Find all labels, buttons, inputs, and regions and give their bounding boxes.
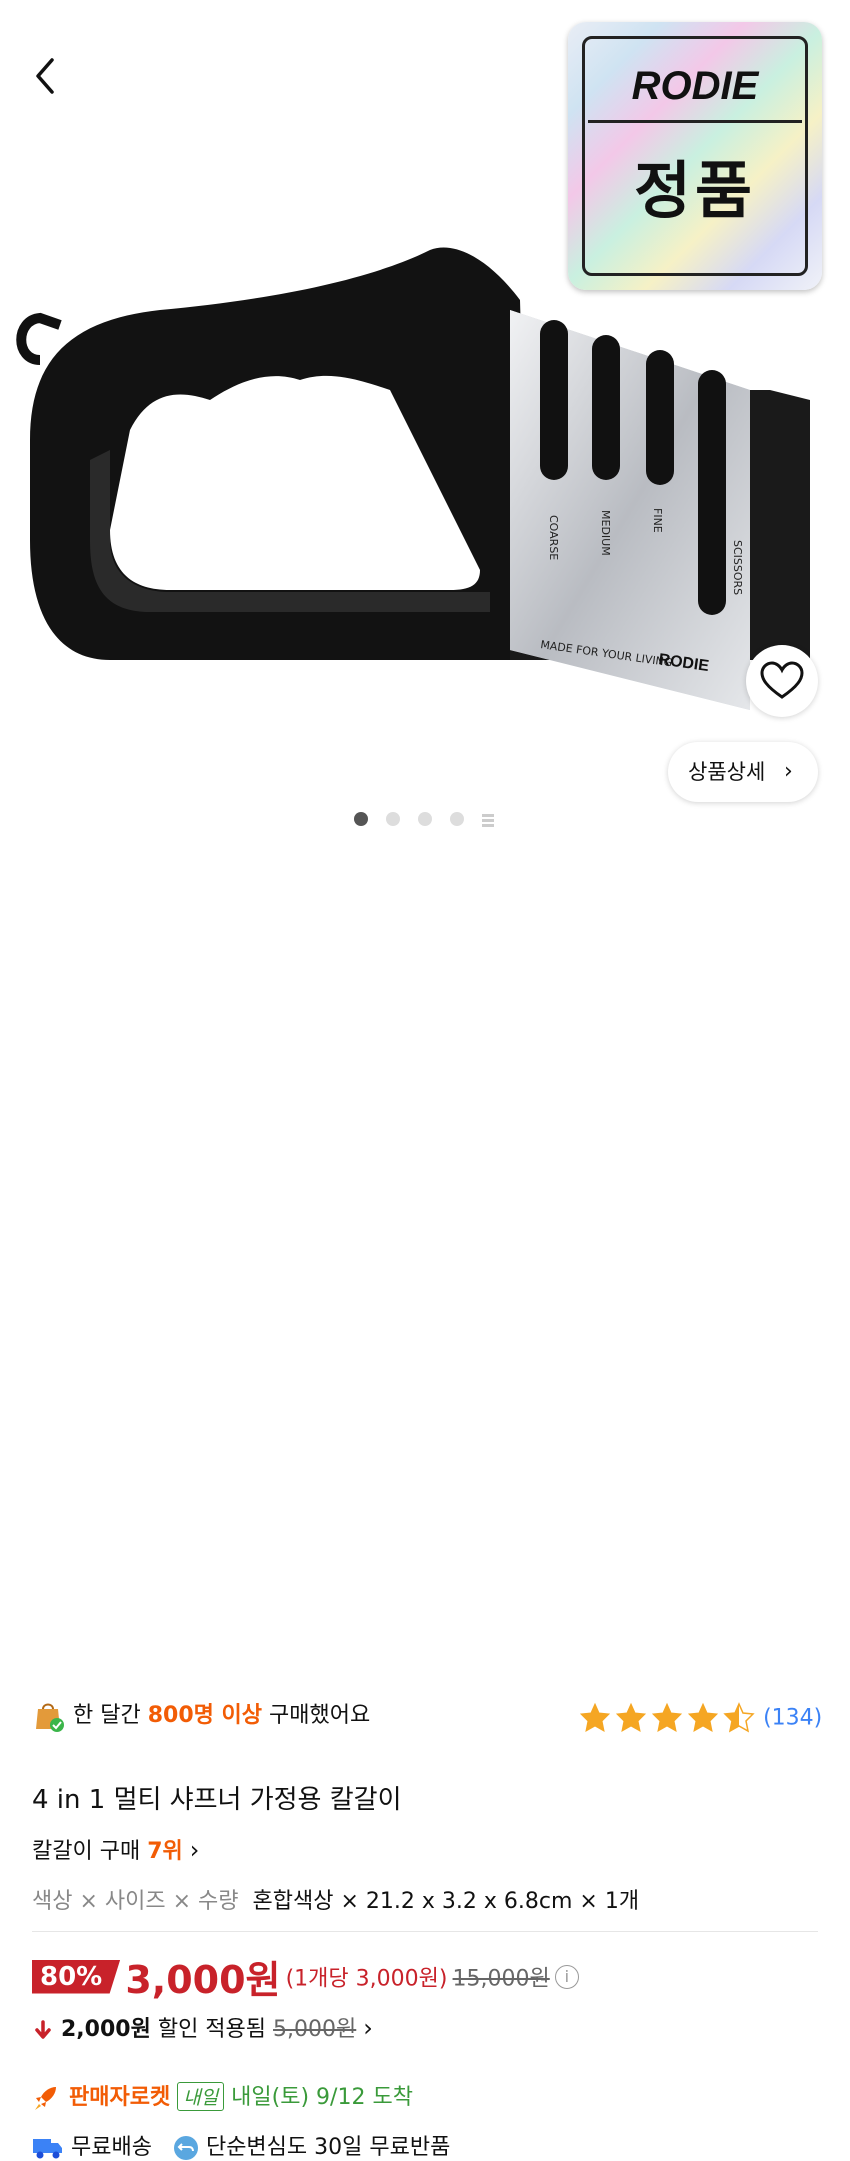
rating[interactable]: (134): [578, 1701, 822, 1735]
slot-label-scissors: SCISSORS: [731, 540, 744, 595]
knife-sharpener-image: COARSE MEDIUM FINE SCISSORS MADE FOR YOU…: [16, 247, 810, 710]
purchase-prefix: 한 달간: [73, 1703, 141, 1728]
coupon-original: 5,000원: [273, 2017, 357, 2042]
coupon-amount: 2,000원: [61, 2017, 151, 2042]
coupon-row[interactable]: 2,000원 할인 적용됨 5,000원 ›: [32, 2011, 373, 2043]
rating-count: (134): [763, 1705, 823, 1731]
carousel-dot-2[interactable]: [386, 812, 400, 826]
arrow-down-icon: [35, 2020, 51, 2039]
free-return: 단순변심도 30일 무료반품: [205, 2135, 451, 2160]
chevron-left-icon: [36, 58, 54, 94]
discount-badge: 80%: [32, 1959, 121, 1994]
slot-label-medium: MEDIUM: [599, 510, 612, 556]
carousel-dot-1[interactable]: [354, 812, 368, 826]
badge-text: 정품: [633, 154, 757, 227]
price-row: 80% 3,000원 (1개당 3,000원) 15,000원 i: [32, 1949, 579, 2004]
divider: [32, 1931, 818, 1932]
unit-price: (1개당 3,000원): [285, 1966, 448, 1992]
star-rating-icon: [579, 1702, 755, 1733]
wishlist-button[interactable]: [746, 645, 818, 717]
carousel-dot-4[interactable]: [450, 812, 464, 826]
gallery-list-icon[interactable]: [480, 812, 496, 828]
product-detail-label: 상품상세: [688, 760, 766, 784]
category-rank[interactable]: 칼갈이 구매 7위 ›: [32, 1833, 199, 1865]
delivery-arrival: 내일(토) 9/12 도착: [231, 2085, 413, 2110]
heart-icon: [760, 661, 804, 699]
free-shipping: 무료배송: [71, 2135, 152, 2160]
truck-icon: [33, 2139, 62, 2159]
product-hero: RODIE 정품 COARSE MEDIUM FINE SCISSORS MAD…: [0, 0, 850, 835]
rocket-icon: [35, 2087, 56, 2110]
product-title: 4 in 1 멀티 샤프너 가정용 칼갈이: [32, 1785, 402, 1815]
chevron-right-icon: ›: [784, 759, 793, 784]
delivery-row: 판매자로켓 내일 내일(토) 9/12 도착: [32, 2079, 413, 2113]
coupon-text: 할인 적용됨: [157, 2017, 267, 2042]
rank-value: 7위: [147, 1839, 183, 1864]
purchase-suffix: 구매했어요: [269, 1703, 371, 1728]
sale-price: 3,000원: [125, 1958, 281, 2002]
delivery-tag: 내일: [177, 2082, 225, 2111]
return-icon: [173, 2136, 198, 2160]
purchase-count: 한 달간 800명 이상 구매했어요: [32, 1697, 370, 1733]
carousel-dot-3[interactable]: [418, 812, 432, 826]
chevron-right-icon: ›: [363, 2014, 373, 2042]
badge-brand: RODIE: [631, 64, 759, 108]
delivery-badge: 판매자로켓: [69, 2085, 171, 2110]
purchase-highlight: 800명 이상: [147, 1703, 263, 1728]
option-summary[interactable]: 색상 × 사이즈 × 수량 혼합색상 × 21.2 x 3.2 x 6.8cm …: [32, 1883, 639, 1915]
chevron-right-icon: ›: [189, 1836, 200, 1864]
product-detail-button[interactable]: 상품상세 ›: [668, 742, 818, 802]
slot-label-fine: FINE: [651, 508, 664, 533]
info-icon[interactable]: i: [554, 1964, 579, 1989]
original-price: 15,000원: [452, 1966, 550, 1992]
slot-label-coarse: COARSE: [547, 515, 560, 560]
rank-prefix: 칼갈이 구매: [32, 1839, 141, 1864]
shipping-row: 무료배송 단순변심도 30일 무료반품: [32, 2129, 450, 2161]
option-label: 색상 × 사이즈 × 수량: [32, 1889, 239, 1914]
back-button[interactable]: [28, 52, 68, 100]
shopping-bag-icon: [36, 1703, 64, 1732]
option-value: 혼합색상 × 21.2 x 3.2 x 6.8cm × 1개: [252, 1889, 640, 1914]
